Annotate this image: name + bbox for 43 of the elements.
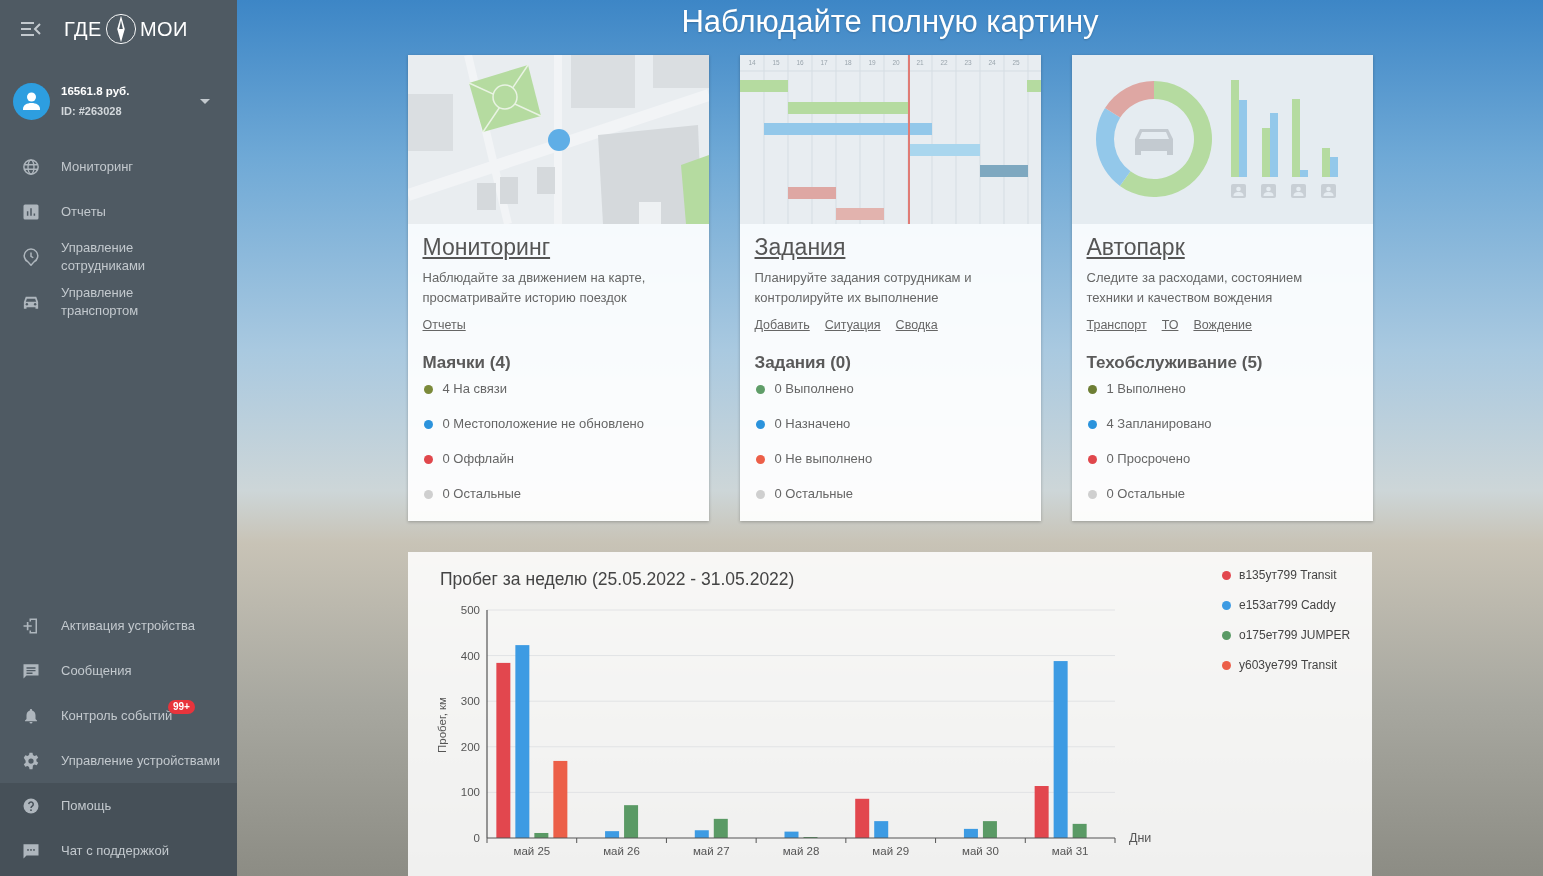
card-description: Планируйте задания сотрудникам и контролируйте их выполнение <box>754 269 973 307</box>
stats-title: Техобслуживание (5) <box>1086 352 1264 374</box>
account-balance: 16561.8 руб. <box>61 85 131 97</box>
logo-text: ГДЕ <box>64 17 102 41</box>
status-label: 0 Просрочено <box>1106 450 1191 468</box>
status-label: 0 Местоположение не обновлено <box>442 415 645 433</box>
status-label: 4 Запланировано <box>1106 415 1212 433</box>
axis-tick-label: 400 <box>460 649 480 662</box>
axis-tick-label: май 28 <box>782 845 820 857</box>
page-heading: Наблюдайте полную картину <box>681 4 1099 40</box>
axis-tick-label: 0 <box>473 832 480 844</box>
x-axis-title: Дни <box>1129 831 1152 845</box>
status-label: 0 Остальные <box>774 485 854 503</box>
axis-tick-label: 300 <box>460 695 480 708</box>
account-id: ID: #263028 <box>61 105 123 117</box>
logo-text: МОИ <box>139 17 188 41</box>
status-label: 0 Оффлайн <box>442 450 514 468</box>
legend-label: в135ут799 Transit <box>1239 567 1337 584</box>
y-axis-title: Пробег, км <box>436 697 448 753</box>
status-label: 0 Остальные <box>442 485 522 503</box>
stats-title: Маячки (4) <box>422 352 512 374</box>
axis-tick-label: май 30 <box>962 845 999 857</box>
card-description: Следите за расходами, состоянием техники и качеством вождения <box>1086 269 1304 307</box>
status-label: 0 Остальные <box>1106 485 1186 503</box>
axis-tick-label: май 29 <box>872 845 910 857</box>
legend-label: е153ат799 Caddy <box>1239 597 1336 614</box>
status-label: 0 Не выполнено <box>774 450 873 468</box>
legend-label: у603уе799 Transit <box>1239 657 1338 674</box>
axis-tick-label: май 25 <box>513 845 551 857</box>
stats-title: Задания (0) <box>754 352 852 374</box>
status-label: 4 На связи <box>442 380 508 398</box>
axis-tick-label: май 27 <box>692 845 730 857</box>
axis-tick-label: 200 <box>460 740 480 753</box>
axis-tick-label: 500 <box>460 604 480 616</box>
legend-label: о175ет799 JUMPER <box>1239 627 1351 644</box>
axis-tick-label: май 31 <box>1051 845 1089 857</box>
status-label: 0 Назначено <box>774 415 851 433</box>
status-label: 1 Выполнено <box>1106 380 1186 398</box>
card-description: Наблюдайте за движением на карте, просматривайте историю поездок <box>422 269 647 307</box>
axis-tick-label: 100 <box>460 786 480 799</box>
axis-tick-label: май 26 <box>603 845 640 857</box>
chart-title: Пробег за неделю (25.05.2022 - 31.05.2022) <box>439 568 796 590</box>
status-label: 0 Выполнено <box>774 380 854 398</box>
